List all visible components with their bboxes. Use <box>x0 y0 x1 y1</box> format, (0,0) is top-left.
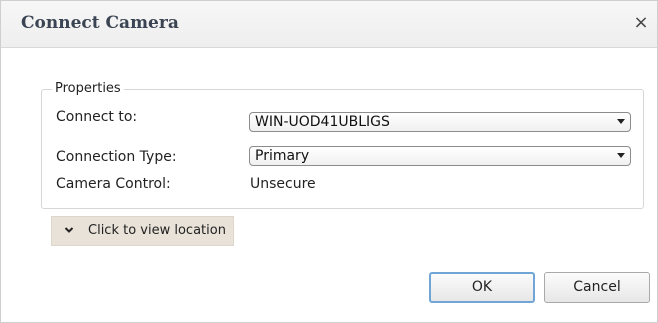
dropdown-arrow-icon <box>617 119 625 124</box>
ok-button[interactable]: OK <box>429 272 535 303</box>
connection-type-value: Primary <box>255 148 310 164</box>
dialog-title: Connect Camera <box>21 13 179 33</box>
cancel-button[interactable]: Cancel <box>544 272 650 303</box>
connect-to-label: Connect to: <box>56 109 138 125</box>
view-location-label: Click to view location <box>88 223 226 238</box>
dropdown-arrow-icon <box>617 153 625 158</box>
dialog-titlebar: Connect Camera × <box>1 1 657 48</box>
camera-control-label: Camera Control: <box>56 176 171 192</box>
close-icon[interactable]: × <box>631 13 651 33</box>
properties-legend: Properties <box>52 81 124 96</box>
connection-type-select[interactable]: Primary <box>249 146 631 166</box>
camera-control-value: Unsecure <box>250 176 316 192</box>
view-location-toggle[interactable]: Click to view location <box>51 216 234 246</box>
connect-camera-dialog: Connect Camera × Properties Connect to: … <box>0 0 658 323</box>
connect-to-value: WIN-UOD41UBLIGS <box>255 114 390 130</box>
connect-to-select[interactable]: WIN-UOD41UBLIGS <box>249 112 631 132</box>
chevron-down-icon <box>64 227 74 233</box>
connection-type-label: Connection Type: <box>56 149 177 165</box>
